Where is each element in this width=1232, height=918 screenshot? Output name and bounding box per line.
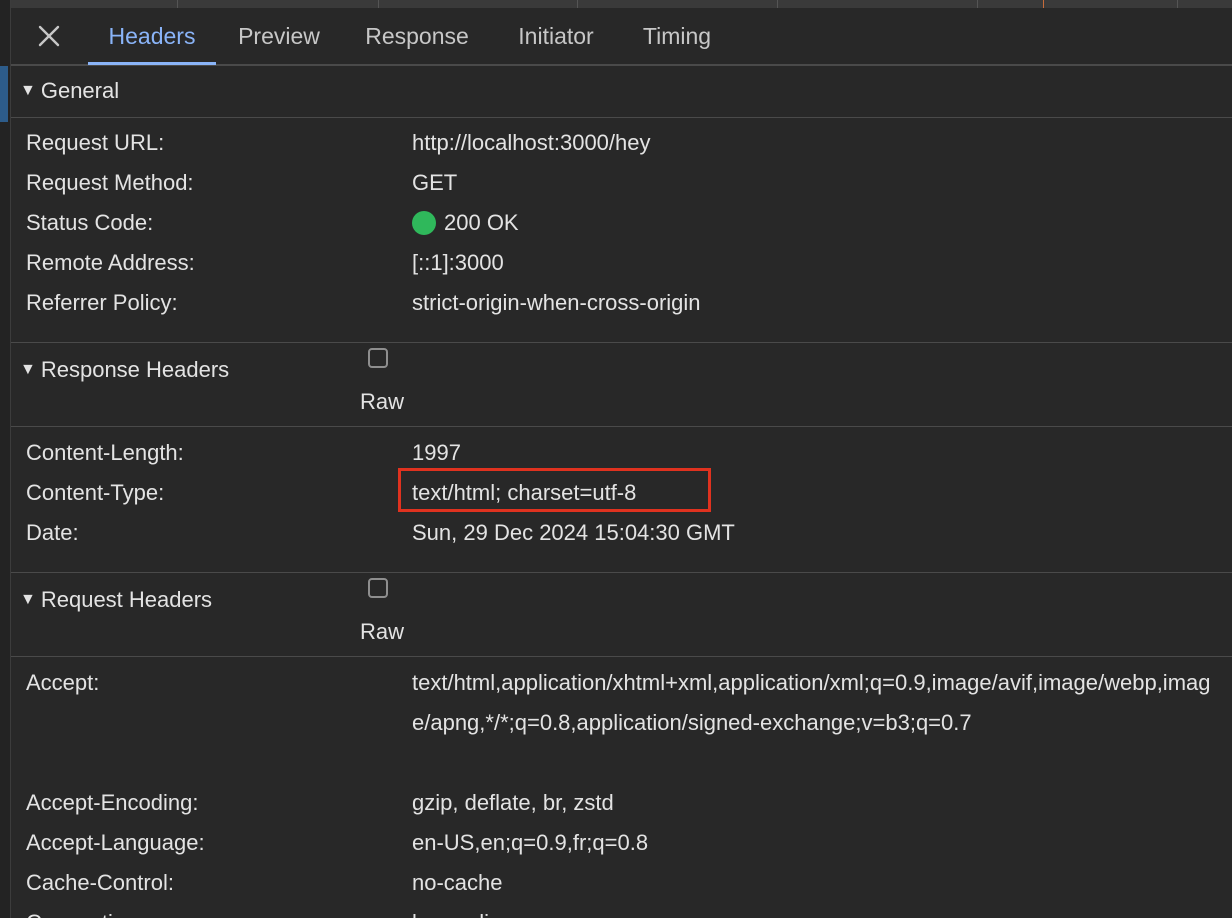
general-title-text: General: [40, 78, 120, 103]
selected-request-indicator[interactable]: [0, 66, 8, 122]
raw-label[interactable]: Raw: [360, 389, 404, 415]
status-text: 200 OK: [444, 210, 519, 235]
status-code-value: 200 OK: [412, 203, 1212, 243]
divider: [11, 656, 1232, 657]
header-key: Connection:: [26, 903, 143, 918]
close-icon: [38, 25, 60, 47]
header-key: Content-Type:: [26, 480, 165, 505]
header-value: 1997: [412, 440, 461, 465]
headers-pane: ▼ General Request URL: http://localhost:…: [11, 65, 1232, 918]
header-value: strict-origin-when-cross-origin: [412, 290, 701, 315]
tab-timing[interactable]: Timing: [631, 8, 723, 64]
request-headers-title-text: Request Headers: [40, 587, 213, 612]
header-value: no-cache: [412, 870, 503, 895]
tab-response[interactable]: Response: [354, 8, 480, 64]
request-headers-section-header[interactable]: ▼ Request Headers Raw: [11, 572, 1232, 657]
request-list-edge: [0, 0, 11, 918]
status-ok-icon: [412, 211, 436, 235]
divider: [11, 426, 1232, 427]
triangle-down-icon: ▼: [20, 591, 36, 608]
header-value: keep-alive: [412, 903, 1212, 918]
triangle-down-icon: ▼: [20, 361, 36, 378]
column-divider: [378, 0, 379, 8]
header-key: Date:: [26, 520, 79, 545]
header-key: Status Code:: [26, 210, 154, 235]
response-headers-title[interactable]: ▼ Response Headers: [20, 357, 229, 383]
tab-preview[interactable]: Preview: [226, 8, 332, 64]
header-key: Content-Length:: [26, 440, 184, 465]
column-divider: [1177, 0, 1178, 8]
column-divider: [777, 0, 778, 8]
header-value: http://localhost:3000/hey: [412, 130, 651, 155]
response-headers-title-text: Response Headers: [40, 357, 230, 382]
tab-headers[interactable]: Headers: [88, 8, 216, 65]
header-value: gzip, deflate, br, zstd: [412, 790, 614, 815]
column-divider: [977, 0, 978, 8]
request-list-strip: [0, 0, 1232, 8]
header-key: Accept:: [26, 670, 100, 695]
general-section-header[interactable]: ▼ General: [11, 65, 1232, 118]
header-key: Remote Address:: [26, 250, 195, 275]
header-key: Cache-Control:: [26, 870, 174, 895]
general-section-title[interactable]: ▼ General: [20, 78, 119, 104]
raw-label[interactable]: Raw: [360, 619, 404, 645]
accept-value: text/html,application/xhtml+xml,applicat…: [412, 670, 1211, 735]
request-headers-title[interactable]: ▼ Request Headers: [20, 587, 212, 613]
tab-initiator[interactable]: Initiator: [505, 8, 607, 64]
timeline-marker: [1043, 0, 1044, 8]
header-key: Request Method:: [26, 170, 194, 195]
close-details-button[interactable]: [35, 22, 63, 50]
content-type-value: text/html; charset=utf-8: [412, 480, 637, 505]
divider: [11, 117, 1232, 118]
response-headers-section-header[interactable]: ▼ Response Headers Raw: [11, 342, 1232, 427]
raw-checkbox[interactable]: [368, 348, 388, 368]
header-key: Accept-Language:: [26, 830, 205, 855]
header-key: Referrer Policy:: [26, 290, 178, 315]
header-value: [::1]:3000: [412, 250, 504, 275]
column-divider: [177, 0, 178, 8]
raw-checkbox[interactable]: [368, 578, 388, 598]
devtools-network-panel: Headers Preview Response Initiator Timin…: [0, 0, 1232, 918]
column-divider: [577, 0, 578, 8]
details-tabbar: Headers Preview Response Initiator Timin…: [11, 8, 1232, 65]
header-key: Request URL:: [26, 130, 165, 155]
header-key: Accept-Encoding:: [26, 790, 199, 815]
triangle-down-icon: ▼: [20, 82, 36, 99]
header-value: en-US,en;q=0.9,fr;q=0.8: [412, 830, 649, 855]
header-value: GET: [412, 170, 458, 195]
header-value: Sun, 29 Dec 2024 15:04:30 GMT: [412, 520, 735, 545]
